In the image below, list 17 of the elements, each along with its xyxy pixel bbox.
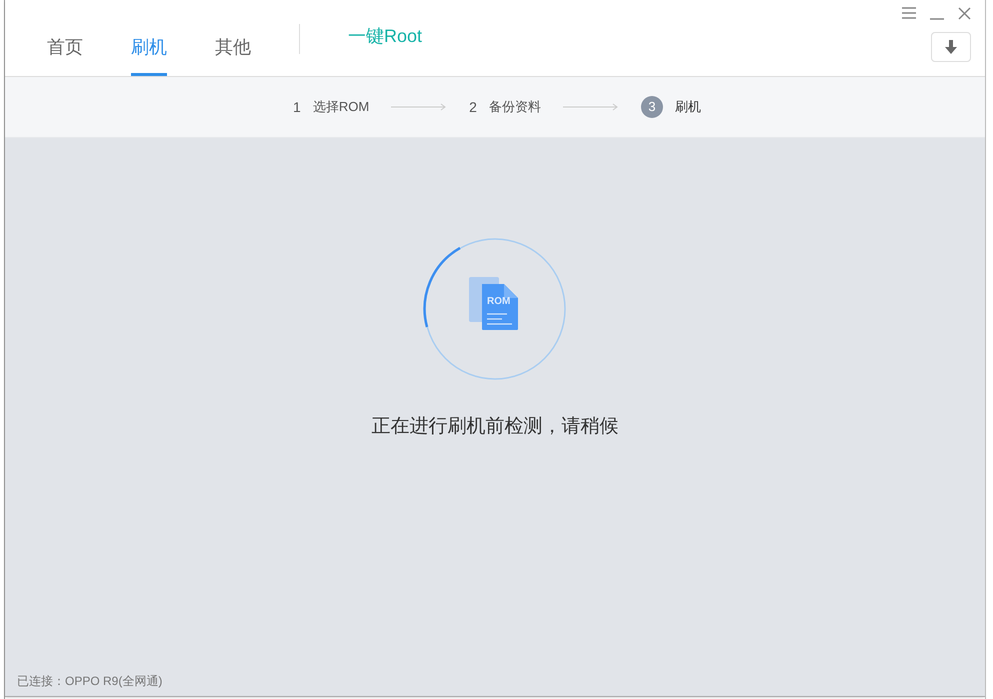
step-number: 2	[469, 98, 477, 116]
connection-status: 已连接：OPPO R9(全网通)	[17, 673, 162, 690]
step-number: 1	[293, 98, 301, 116]
download-icon	[945, 40, 957, 54]
status-message: 正在进行刷机前检测，请稍候	[372, 415, 618, 439]
close-icon[interactable]	[958, 6, 971, 20]
step-label: 备份资料	[488, 98, 541, 116]
menu-icon[interactable]	[902, 7, 916, 19]
step-number: 3	[640, 96, 663, 118]
arrow-icon	[562, 103, 619, 111]
nav-tab[interactable]: 首页	[47, 0, 83, 76]
step-label: 选择ROM	[312, 98, 370, 116]
nav-tab[interactable]: 其他	[215, 0, 251, 76]
arrow-icon	[391, 103, 448, 111]
rom-label: ROM	[487, 297, 510, 307]
step-label: 刷机	[674, 98, 701, 116]
download-button[interactable]	[931, 32, 971, 62]
